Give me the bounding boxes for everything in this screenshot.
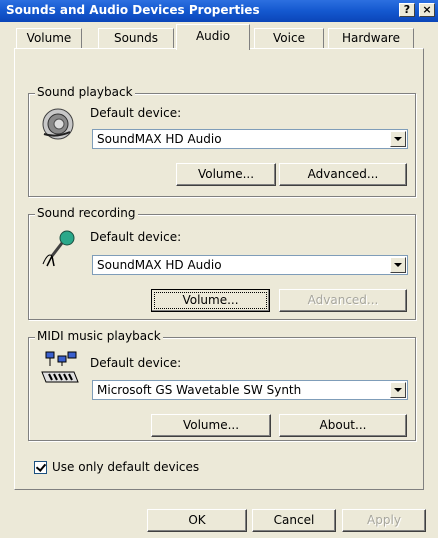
- recording-default-label: Default device:: [90, 230, 182, 244]
- playback-advanced-button[interactable]: Advanced...: [279, 163, 407, 186]
- chevron-down-icon[interactable]: [390, 131, 406, 147]
- microphone-icon: [42, 230, 75, 267]
- playback-volume-button[interactable]: Volume...: [176, 163, 276, 186]
- tab-voice[interactable]: Voice: [254, 28, 324, 48]
- properties-dialog: Sounds and Audio Devices Properties ? × …: [0, 0, 438, 538]
- midi-playback-title: MIDI music playback: [35, 329, 163, 343]
- midi-about-button[interactable]: About...: [279, 414, 407, 437]
- recording-advanced-button[interactable]: Advanced...: [279, 289, 407, 312]
- recording-device-select[interactable]: SoundMAX HD Audio: [92, 255, 408, 275]
- playback-default-label: Default device:: [90, 106, 182, 120]
- tab-volume[interactable]: Volume: [16, 28, 82, 48]
- playback-device-value: SoundMAX HD Audio: [97, 132, 222, 146]
- use-default-devices-label[interactable]: Use only default devices: [52, 460, 199, 474]
- midi-default-label: Default device:: [90, 356, 182, 370]
- chevron-down-icon[interactable]: [390, 257, 406, 273]
- cancel-button[interactable]: Cancel: [252, 509, 336, 532]
- recording-device-value: SoundMAX HD Audio: [97, 258, 222, 272]
- chevron-down-icon[interactable]: [390, 382, 406, 398]
- midi-device-select[interactable]: Microsoft GS Wavetable SW Synth: [92, 380, 408, 400]
- help-button[interactable]: ?: [399, 3, 415, 17]
- recording-volume-button[interactable]: Volume...: [151, 289, 270, 312]
- ok-button[interactable]: OK: [147, 509, 247, 532]
- midi-volume-button[interactable]: Volume...: [151, 414, 271, 437]
- title-bar[interactable]: Sounds and Audio Devices Properties ? ×: [0, 0, 438, 22]
- midi-device-value: Microsoft GS Wavetable SW Synth: [97, 383, 302, 397]
- close-button[interactable]: ×: [419, 3, 435, 17]
- sound-recording-title: Sound recording: [35, 206, 138, 220]
- window-title: Sounds and Audio Devices Properties: [6, 3, 260, 17]
- speaker-icon: [42, 108, 74, 140]
- sound-playback-title: Sound playback: [35, 85, 135, 99]
- tab-hardware[interactable]: Hardware: [328, 28, 414, 48]
- use-default-devices-checkbox[interactable]: [34, 461, 47, 474]
- tab-audio[interactable]: Audio: [176, 24, 250, 50]
- midi-keyboard-icon: [41, 351, 79, 383]
- tab-sounds[interactable]: Sounds: [98, 28, 174, 48]
- apply-button[interactable]: Apply: [342, 509, 426, 532]
- playback-device-select[interactable]: SoundMAX HD Audio: [92, 129, 408, 149]
